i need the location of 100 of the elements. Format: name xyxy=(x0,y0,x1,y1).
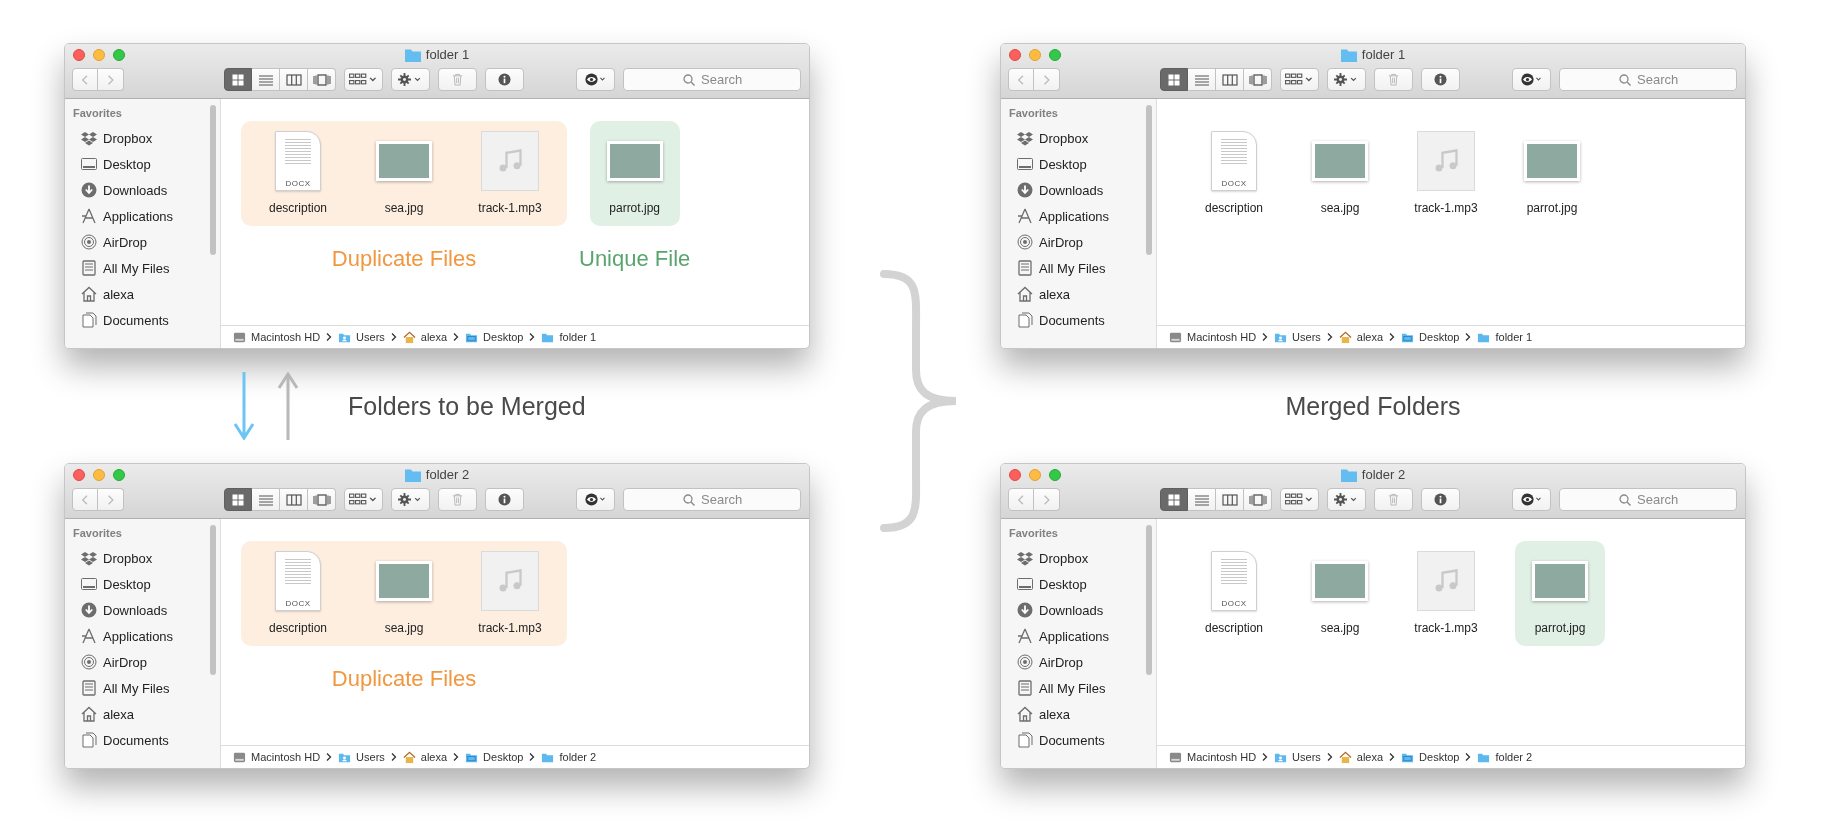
sidebar-item[interactable]: Desktop xyxy=(73,571,211,597)
zoom-button[interactable] xyxy=(113,49,125,61)
zoom-button[interactable] xyxy=(1049,49,1061,61)
sidebar-item[interactable]: alexa xyxy=(1009,701,1147,727)
sidebar-item[interactable]: Desktop xyxy=(73,151,211,177)
view-mode-button[interactable] xyxy=(1216,68,1244,91)
file-item[interactable]: parrot.jpg xyxy=(589,121,680,226)
path-item[interactable]: alexa xyxy=(402,750,448,764)
search-field[interactable]: Search xyxy=(1559,488,1737,511)
back-button[interactable] xyxy=(72,488,98,511)
search-field[interactable]: Search xyxy=(623,68,801,91)
settings-button[interactable] xyxy=(1327,68,1366,91)
close-button[interactable] xyxy=(1009,469,1021,481)
view-mode-button[interactable] xyxy=(1160,488,1188,511)
sidebar-item[interactable]: alexa xyxy=(73,701,211,727)
zoom-button[interactable] xyxy=(113,469,125,481)
sidebar-item[interactable]: Downloads xyxy=(1009,597,1147,623)
sidebar-item[interactable]: All My Files xyxy=(1009,675,1147,701)
sidebar-item[interactable]: Applications xyxy=(1009,623,1147,649)
settings-button[interactable] xyxy=(391,488,430,511)
view-mode-button[interactable] xyxy=(1160,68,1188,91)
close-button[interactable] xyxy=(73,49,85,61)
sidebar-item[interactable]: Documents xyxy=(1009,307,1147,333)
scrollbar[interactable] xyxy=(1146,105,1152,255)
view-mode-button[interactable] xyxy=(280,68,308,91)
sidebar-item[interactable]: Applications xyxy=(73,203,211,229)
sidebar-item[interactable]: AirDrop xyxy=(1009,229,1147,255)
path-item[interactable]: alexa xyxy=(402,330,448,344)
info-button[interactable] xyxy=(485,68,524,91)
file-item[interactable]: track-1.mp3 xyxy=(457,541,563,646)
file-item[interactable]: sea.jpg xyxy=(1287,121,1393,226)
minimize-button[interactable] xyxy=(93,49,105,61)
sidebar-item[interactable]: Documents xyxy=(73,727,211,753)
quick-look-button[interactable] xyxy=(1512,488,1551,511)
path-item[interactable]: Desktop xyxy=(465,750,524,764)
sidebar-item[interactable]: Documents xyxy=(73,307,211,333)
view-mode-button[interactable] xyxy=(1244,68,1272,91)
settings-button[interactable] xyxy=(1327,488,1366,511)
path-item[interactable]: folder 1 xyxy=(1477,330,1533,344)
sidebar-item[interactable]: Dropbox xyxy=(1009,125,1147,151)
path-item[interactable]: Users xyxy=(338,750,385,764)
file-item[interactable]: track-1.mp3 xyxy=(1393,541,1499,646)
view-mode-button[interactable] xyxy=(1216,488,1244,511)
info-button[interactable] xyxy=(1421,68,1460,91)
path-item[interactable]: Users xyxy=(1274,750,1321,764)
scrollbar[interactable] xyxy=(210,105,216,255)
back-button[interactable] xyxy=(72,68,98,91)
quick-look-button[interactable] xyxy=(576,488,615,511)
sidebar-item[interactable]: Applications xyxy=(1009,203,1147,229)
path-item[interactable]: Users xyxy=(338,330,385,344)
file-item[interactable]: parrot.jpg xyxy=(1515,541,1605,646)
sidebar-item[interactable]: Downloads xyxy=(73,597,211,623)
sidebar-item[interactable]: Applications xyxy=(73,623,211,649)
view-mode-button[interactable] xyxy=(224,488,252,511)
back-button[interactable] xyxy=(1008,488,1034,511)
file-item[interactable]: parrot.jpg xyxy=(1499,121,1605,226)
arrange-button[interactable] xyxy=(1280,68,1319,91)
search-field[interactable]: Search xyxy=(1559,68,1737,91)
minimize-button[interactable] xyxy=(1029,49,1041,61)
path-item[interactable]: Macintosh HD xyxy=(233,750,321,764)
path-item[interactable]: folder 2 xyxy=(541,750,597,764)
arrange-button[interactable] xyxy=(1280,488,1319,511)
minimize-button[interactable] xyxy=(93,469,105,481)
sidebar-item[interactable]: Documents xyxy=(1009,727,1147,753)
path-item[interactable]: Macintosh HD xyxy=(233,330,321,344)
sidebar-item[interactable]: alexa xyxy=(1009,281,1147,307)
quick-look-button[interactable] xyxy=(1512,68,1551,91)
trash-button[interactable] xyxy=(1374,68,1413,91)
minimize-button[interactable] xyxy=(1029,469,1041,481)
file-item[interactable]: DOCX description xyxy=(1181,121,1287,226)
trash-button[interactable] xyxy=(438,68,477,91)
forward-button[interactable] xyxy=(98,488,124,511)
sidebar-item[interactable]: Downloads xyxy=(73,177,211,203)
path-item[interactable]: Macintosh HD xyxy=(1169,750,1257,764)
forward-button[interactable] xyxy=(1034,488,1060,511)
path-item[interactable]: alexa xyxy=(1338,330,1384,344)
scrollbar[interactable] xyxy=(1146,525,1152,675)
sidebar-item[interactable]: Downloads xyxy=(1009,177,1147,203)
sidebar-item[interactable]: AirDrop xyxy=(73,649,211,675)
arrange-button[interactable] xyxy=(344,488,383,511)
scrollbar[interactable] xyxy=(210,525,216,675)
file-item[interactable]: DOCX description xyxy=(1181,541,1287,646)
sidebar-item[interactable]: Dropbox xyxy=(73,125,211,151)
path-item[interactable]: folder 1 xyxy=(541,330,597,344)
arrange-button[interactable] xyxy=(344,68,383,91)
forward-button[interactable] xyxy=(98,68,124,91)
path-item[interactable]: Macintosh HD xyxy=(1169,330,1257,344)
sidebar-item[interactable]: Desktop xyxy=(1009,571,1147,597)
file-item[interactable]: sea.jpg xyxy=(351,121,457,226)
file-item[interactable]: track-1.mp3 xyxy=(1393,121,1499,226)
close-button[interactable] xyxy=(1009,49,1021,61)
quick-look-button[interactable] xyxy=(576,68,615,91)
view-mode-button[interactable] xyxy=(308,68,336,91)
sidebar-item[interactable]: AirDrop xyxy=(1009,649,1147,675)
trash-button[interactable] xyxy=(438,488,477,511)
settings-button[interactable] xyxy=(391,68,430,91)
file-item[interactable]: sea.jpg xyxy=(1287,541,1393,646)
view-mode-button[interactable] xyxy=(1244,488,1272,511)
sidebar-item[interactable]: AirDrop xyxy=(73,229,211,255)
trash-button[interactable] xyxy=(1374,488,1413,511)
